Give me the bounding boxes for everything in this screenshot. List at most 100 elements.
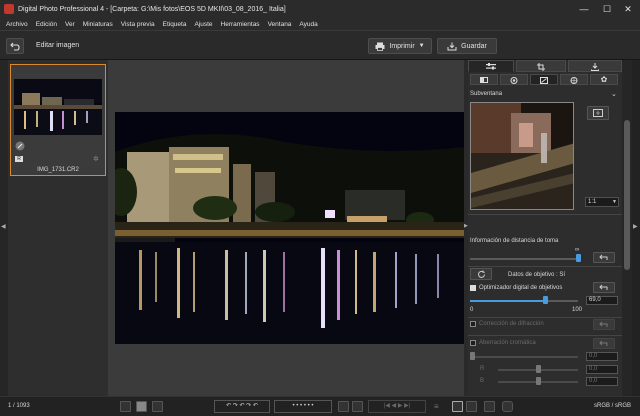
menu-edicion[interactable]: Edición [32,21,61,28]
save-icon [447,42,457,50]
scrollbar-thumb[interactable] [624,120,630,270]
tone-icon [480,77,488,83]
tab-output[interactable] [568,60,622,72]
filmstrip-view-icon[interactable] [136,401,147,412]
menu-archivo[interactable]: Archivo [2,21,32,28]
window-title: Digital Photo Professional 4 - [Carpeta:… [18,5,286,13]
crop-icon [537,63,545,71]
aberration-track[interactable] [470,356,578,358]
menu-miniaturas[interactable]: Miniaturas [79,21,117,28]
colorspace-label: sRGB / sRGB [594,403,632,409]
subtab-tone[interactable] [470,74,498,85]
menu-etiqueta[interactable]: Etiqueta [159,21,191,28]
b-slider-handle[interactable] [536,377,541,385]
collapse-section-icon[interactable]: ⌄ [611,90,617,98]
edit-mark-icon [15,141,25,151]
dlo-slider-handle[interactable] [543,296,548,304]
subtab-color[interactable] [560,74,588,85]
fit-icon [593,109,603,117]
compare-icon[interactable] [338,401,349,412]
lens-correction-icon [540,77,548,84]
compare-alt-icon[interactable] [352,401,363,412]
left-collapse-strip[interactable]: ◀ [0,60,8,396]
b-label: B [480,378,485,384]
navigator-preview[interactable] [470,102,574,210]
aberration-slider-handle[interactable] [470,352,475,360]
menu-herramientas[interactable]: Herramientas [217,21,264,28]
thumbnail-item[interactable]: R ✲ IMG_1731.CR2 [10,64,106,176]
subtab-detail[interactable] [500,74,528,85]
back-arrow-icon [10,42,20,51]
panel-scrollbar[interactable] [622,60,632,396]
minimize-button[interactable]: — [578,3,590,15]
subtab-lens-correction[interactable] [530,74,558,85]
menu-icon[interactable]: ≡ [434,402,439,411]
main-image[interactable] [115,112,464,344]
menu-ver[interactable]: Ver [61,21,79,28]
grid-view-icon[interactable] [120,401,131,412]
distance-reset-button[interactable] [593,252,615,263]
sliders-icon [486,63,496,70]
thumbnail-image [14,79,102,135]
title-bar: Digital Photo Professional 4 - [Carpeta:… [0,0,640,18]
print-button[interactable]: Imprimir ▼ [368,38,432,54]
rotate-controls[interactable]: ↶ ↷ ↶ ↷ ↶ [214,400,270,413]
download-icon [591,63,599,71]
menu-ayuda[interactable]: Ayuda [295,21,321,28]
aberration-checkbox[interactable] [470,340,476,346]
tab-crop[interactable] [516,60,566,72]
app-icon [4,4,14,14]
maximize-button[interactable]: ☐ [601,3,613,15]
single-view-icon[interactable] [152,401,163,412]
tab-basic-adjust[interactable] [468,60,514,72]
menu-ventana[interactable]: Ventana [264,21,296,28]
zoom-value: 1:1 [588,199,597,205]
b-value-input[interactable]: 0,0 [586,377,618,386]
close-button[interactable]: ✕ [622,3,634,15]
zoom-select[interactable]: 1:1 ▼ [585,197,619,207]
zoom-100-icon[interactable] [466,401,477,412]
distance-slider-handle[interactable] [576,254,581,262]
color-wheel-icon [570,77,578,84]
diffraction-checkbox[interactable] [470,321,476,327]
lens-data-update-button[interactable] [470,268,492,280]
menu-ajuste[interactable]: Ajuste [190,21,216,28]
lens-icon [510,77,518,84]
fit-screen-icon[interactable] [452,401,463,412]
back-button[interactable] [6,38,24,54]
camera-icon[interactable] [502,401,513,412]
dlo-value-input[interactable]: 69,0 [586,296,618,305]
r-slider-handle[interactable] [536,365,541,373]
menu-bar: Archivo Edición Ver Miniaturas Vista pre… [0,18,640,30]
dlo-checkbox[interactable] [470,285,476,291]
tool-palette: ✿ Subventana ⌄ 1:1 ▼ Información de dist… [468,60,622,396]
r-value-input[interactable]: 0,0 [586,365,618,374]
expand-right-icon: ▶ [633,224,638,230]
dlo-reset-button[interactable] [593,282,615,293]
menu-vista-previa[interactable]: Vista previa [117,21,159,28]
zoom-200-icon[interactable] [484,401,495,412]
aberration-reset-button[interactable] [593,338,615,349]
dlo-label: Optimizador digital de objetivos [479,285,563,291]
save-button[interactable]: Guardar [437,38,497,54]
collapse-left-icon: ◀ [1,224,6,230]
settings-icon: ✲ [93,156,99,163]
navigation-controls[interactable]: |◀ ◀ ▶ ▶| [368,400,426,413]
divider [468,214,622,215]
infinity-icon: ∞ [575,247,580,253]
subtab-settings[interactable]: ✿ [590,74,618,85]
aberration-value-input[interactable]: 0,0 [586,352,618,361]
divider [468,335,622,336]
right-edge-strip[interactable]: ▶ [632,60,640,396]
distance-track[interactable] [470,258,578,260]
diffraction-label: Corrección de difracción [479,321,544,327]
diffraction-reset-button[interactable] [593,319,615,330]
rating-controls[interactable]: • • • • • • [274,400,332,413]
printer-icon [375,42,385,51]
dlo-track[interactable] [546,300,578,302]
lens-data-label: Datos de objetivo : Sí [508,272,566,278]
navigator-fit-button[interactable] [587,106,609,120]
status-bar: 1 / 1093 ↶ ↷ ↶ ↷ ↶ • • • • • • |◀ ◀ ▶ ▶|… [0,396,640,416]
refresh-icon [477,270,485,278]
raw-badge: R [15,156,23,162]
